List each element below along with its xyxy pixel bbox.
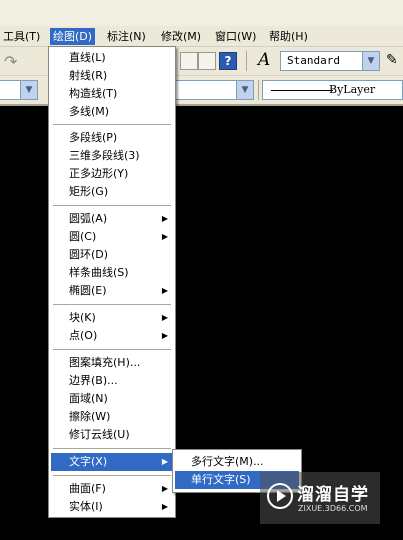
menu-item-multiline-text[interactable]: 多行文字(M)... bbox=[175, 453, 299, 471]
menu-item-solids[interactable]: 实体(I) ▶ bbox=[51, 498, 173, 516]
menu-dimension[interactable]: 标注(N) bbox=[104, 28, 149, 45]
menu-bar: 工具(T) 绘图(D) 标注(N) 修改(M) 窗口(W) 帮助(H) bbox=[0, 26, 403, 47]
submenu-arrow-icon: ▶ bbox=[161, 214, 168, 223]
menu-item-region[interactable]: 面域(N) bbox=[51, 390, 173, 408]
menu-item-spline[interactable]: 样条曲线(S) bbox=[51, 264, 173, 282]
submenu-arrow-icon: ▶ bbox=[161, 232, 168, 241]
linetype-sample bbox=[271, 90, 333, 91]
menu-item-block[interactable]: 块(K) ▶ bbox=[51, 309, 173, 327]
menu-item-3d-polyline[interactable]: 三维多段线(3) bbox=[51, 147, 173, 165]
menu-item-circle[interactable]: 圆(C) ▶ bbox=[51, 228, 173, 246]
submenu-arrow-icon: ▶ bbox=[161, 286, 168, 295]
menu-modify[interactable]: 修改(M) bbox=[158, 28, 204, 45]
menu-item-surfaces[interactable]: 曲面(F) ▶ bbox=[51, 480, 173, 498]
design-center-icon[interactable] bbox=[198, 52, 216, 70]
watermark: 溜溜自学 ZIXUE.3D66.COM bbox=[260, 472, 380, 524]
watermark-title: 溜溜自学 bbox=[297, 485, 369, 505]
chevron-down-icon[interactable]: ▼ bbox=[236, 81, 253, 99]
layer-combo[interactable]: ▼ bbox=[0, 80, 38, 100]
menu-separator bbox=[53, 475, 171, 476]
play-logo-icon bbox=[267, 483, 293, 509]
submenu-arrow-icon: ▶ bbox=[161, 484, 168, 493]
submenu-arrow-icon: ▶ bbox=[161, 313, 168, 322]
submenu-arrow-icon: ▶ bbox=[161, 331, 168, 340]
menu-draw[interactable]: 绘图(D) bbox=[50, 28, 96, 45]
menu-item-ray[interactable]: 射线(R) bbox=[51, 67, 173, 85]
chevron-down-icon[interactable]: ▼ bbox=[362, 52, 379, 70]
dimension-style-icon[interactable]: ✎ bbox=[386, 52, 398, 68]
menu-help[interactable]: 帮助(H) bbox=[266, 28, 311, 45]
menu-item-ellipse[interactable]: 椭圆(E) ▶ bbox=[51, 282, 173, 300]
menu-item-multiline[interactable]: 多线(M) bbox=[51, 103, 173, 121]
menu-item-construction-line[interactable]: 构造线(T) bbox=[51, 85, 173, 103]
menu-separator bbox=[53, 349, 171, 350]
help-icon[interactable]: ? bbox=[219, 52, 237, 70]
menu-item-arc[interactable]: 圆弧(A) ▶ bbox=[51, 210, 173, 228]
watermark-url: ZIXUE.3D66.COM bbox=[298, 504, 368, 513]
menu-item-point[interactable]: 点(O) ▶ bbox=[51, 327, 173, 345]
menu-item-hatch[interactable]: 图案填充(H)... bbox=[51, 354, 173, 372]
text-style-icon[interactable]: A bbox=[258, 50, 270, 70]
menu-separator bbox=[53, 448, 171, 449]
menu-window[interactable]: 窗口(W) bbox=[212, 28, 259, 45]
title-strip bbox=[0, 0, 403, 27]
linetype-value: ByLayer bbox=[329, 83, 376, 96]
color-combo[interactable]: ▼ bbox=[174, 80, 254, 100]
menu-item-wipeout[interactable]: 擦除(W) bbox=[51, 408, 173, 426]
menu-item-polygon[interactable]: 正多边形(Y) bbox=[51, 165, 173, 183]
properties-icon[interactable] bbox=[180, 52, 198, 70]
menu-item-donut[interactable]: 圆环(D) bbox=[51, 246, 173, 264]
menu-separator bbox=[53, 124, 171, 125]
menu-item-polyline[interactable]: 多段线(P) bbox=[51, 129, 173, 147]
menu-separator bbox=[53, 304, 171, 305]
menu-item-boundary[interactable]: 边界(B)... bbox=[51, 372, 173, 390]
menu-tools[interactable]: 工具(T) bbox=[0, 28, 43, 45]
chevron-down-icon[interactable]: ▼ bbox=[20, 81, 37, 99]
menu-item-text[interactable]: 文字(X) ▶ bbox=[51, 453, 173, 471]
menu-item-rectangle[interactable]: 矩形(G) bbox=[51, 183, 173, 201]
toolbar-divider bbox=[258, 80, 259, 100]
submenu-arrow-icon: ▶ bbox=[161, 457, 168, 466]
menu-separator bbox=[53, 205, 171, 206]
redo-icon[interactable]: ↷ bbox=[4, 52, 17, 71]
menu-item-revision-cloud[interactable]: 修订云线(U) bbox=[51, 426, 173, 444]
linetype-combo[interactable]: ByLayer bbox=[262, 80, 403, 100]
submenu-arrow-icon: ▶ bbox=[161, 502, 168, 511]
menu-item-line[interactable]: 直线(L) bbox=[51, 49, 173, 67]
text-style-value: Standard bbox=[287, 54, 340, 67]
draw-menu: 直线(L) 射线(R) 构造线(T) 多线(M) 多段线(P) 三维多段线(3)… bbox=[48, 46, 176, 518]
text-style-combo[interactable]: Standard ▼ bbox=[280, 51, 380, 71]
toolbar-divider bbox=[246, 51, 247, 71]
